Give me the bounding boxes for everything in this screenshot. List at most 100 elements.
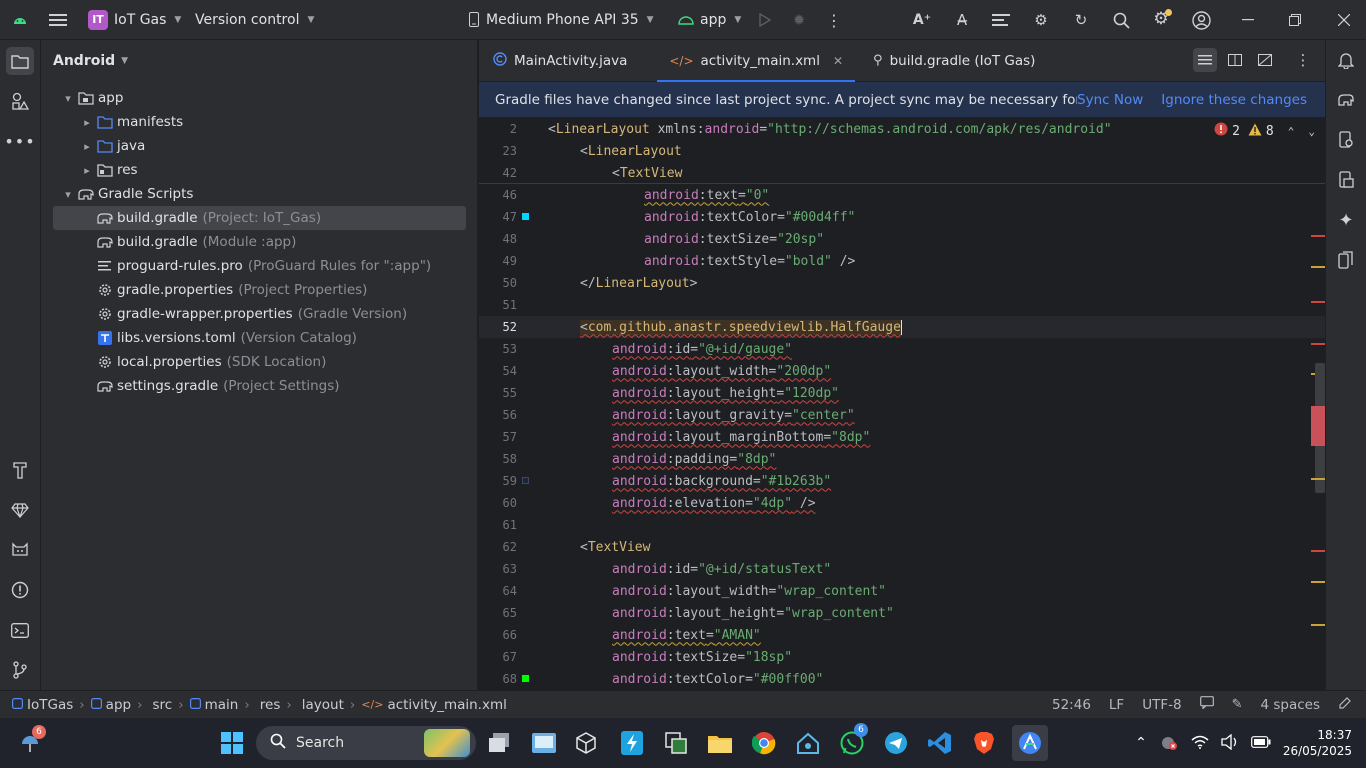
- gradle-elephant-icon[interactable]: [1332, 86, 1360, 114]
- code-editor[interactable]: 46 android:text="0" 47 android:textColor="#…: [479, 118, 1325, 690]
- chevron-right-icon[interactable]: ▸: [80, 116, 94, 129]
- next-problem-icon[interactable]: ⌄: [1308, 125, 1315, 138]
- debug-icon[interactable]: ✹: [791, 11, 807, 29]
- previous-problem-icon[interactable]: ⌃: [1288, 125, 1295, 138]
- gem-icon[interactable]: [6, 496, 34, 524]
- project-tree-item[interactable]: ▸ res: [53, 158, 466, 182]
- more-actions-icon[interactable]: ⋮: [826, 11, 842, 30]
- inspection-widget[interactable]: 2 8 ⌃ ⌄: [1214, 122, 1315, 140]
- project-tree-item[interactable]: settings.gradle (Project Settings): [53, 374, 466, 398]
- project-tree-item[interactable]: gradle-wrapper.properties (Gradle Version…: [53, 302, 466, 326]
- close-window-icon[interactable]: [1334, 10, 1354, 30]
- restore-window-icon[interactable]: [1285, 10, 1305, 30]
- power-automate-icon[interactable]: [616, 727, 648, 759]
- project-selector[interactable]: IT IoT Gas ▼: [88, 0, 181, 40]
- minimize-window-icon[interactable]: [1238, 10, 1258, 30]
- battery-icon[interactable]: [1250, 735, 1271, 751]
- notifications-bell-icon[interactable]: [1332, 46, 1360, 74]
- breadcrumb-item[interactable]: </> activity_main.xml: [361, 697, 507, 713]
- code-insight-icon[interactable]: ✎: [1232, 697, 1243, 712]
- ignore-changes-link[interactable]: Ignore these changes: [1161, 92, 1307, 108]
- taskbar-search[interactable]: Search: [256, 726, 476, 760]
- more-tools-icon[interactable]: •••: [4, 127, 34, 155]
- caret-position[interactable]: 52:46: [1052, 697, 1091, 713]
- wifi-icon[interactable]: [1191, 735, 1209, 752]
- sync-now-link[interactable]: Sync Now: [1077, 92, 1143, 108]
- vcs-menu[interactable]: Version control ▼: [195, 0, 314, 40]
- project-tree-item[interactable]: local.properties (SDK Location): [53, 350, 466, 374]
- whatsapp-icon[interactable]: 6: [836, 723, 868, 759]
- code-view-icon[interactable]: [1193, 48, 1217, 72]
- project-tree-item[interactable]: ▸ java: [53, 134, 466, 158]
- clock[interactable]: 18:37 26/05/2025: [1283, 727, 1352, 759]
- project-tree-item[interactable]: build.gradle (Project: IoT_Gas): [53, 206, 466, 230]
- vscode-icon[interactable]: [924, 727, 956, 759]
- terminal-icon[interactable]: [6, 616, 34, 644]
- 3d-viewer-icon[interactable]: [570, 727, 602, 759]
- project-tree-item[interactable]: build.gradle (Module :app): [53, 230, 466, 254]
- translate-icon[interactable]: A̶: [952, 10, 972, 30]
- breadcrumb-item[interactable]: IoTGas: [12, 697, 73, 713]
- close-tab-icon[interactable]: ✕: [833, 54, 843, 68]
- tab-mainactivity[interactable]: MainActivity.java: [481, 40, 639, 82]
- tab-build-gradle[interactable]: ⚲ build.gradle (IoT Gas): [861, 40, 1047, 82]
- show-hidden-icons-chevron-icon[interactable]: ⌃: [1135, 735, 1147, 751]
- main-menu-icon[interactable]: [48, 10, 68, 30]
- indent-setting[interactable]: 4 spaces: [1260, 697, 1320, 713]
- file-explorer-icon[interactable]: [704, 727, 736, 759]
- build-hammer-icon[interactable]: [6, 456, 34, 484]
- snipping-tool-icon[interactable]: [660, 727, 692, 759]
- project-view-selector[interactable]: Android ▼: [41, 40, 477, 82]
- account-icon[interactable]: [1191, 10, 1211, 30]
- brave-browser-icon[interactable]: [968, 727, 1000, 759]
- project-tree-item[interactable]: proguard-rules.pro (ProGuard Rules for ":…: [53, 254, 466, 278]
- weather-widget-icon[interactable]: 6: [14, 725, 46, 759]
- chevron-right-icon[interactable]: ▸: [80, 140, 94, 153]
- screenshot-app-icon[interactable]: [528, 727, 560, 759]
- gradle-sync-icon[interactable]: ↻: [1071, 10, 1091, 30]
- settings-gear-icon[interactable]: ⚙: [1151, 9, 1172, 29]
- run-config-selector[interactable]: app ▼: [678, 0, 741, 40]
- start-windows-icon[interactable]: [216, 727, 248, 759]
- chevron-right-icon[interactable]: ▸: [80, 164, 94, 177]
- breadcrumb-item[interactable]: res: [256, 697, 281, 713]
- breadcrumb-item[interactable]: app: [90, 697, 131, 713]
- project-tree-item[interactable]: ▾ Gradle Scripts: [53, 182, 466, 206]
- problems-warning-icon[interactable]: [6, 576, 34, 604]
- run-icon[interactable]: [757, 12, 773, 28]
- breadcrumb-item[interactable]: main: [189, 697, 238, 713]
- logcat-cat-icon[interactable]: [6, 536, 34, 564]
- tab-more-icon[interactable]: ⋮: [1291, 48, 1315, 72]
- home-app-icon[interactable]: [792, 727, 824, 759]
- project-tree-item[interactable]: ▾ app: [53, 86, 466, 110]
- project-tree-item[interactable]: libs.versions.toml (Version Catalog): [53, 326, 466, 350]
- volume-icon[interactable]: [1221, 733, 1239, 753]
- device-explorer-icon[interactable]: [1332, 126, 1360, 154]
- search-icon[interactable]: [1111, 10, 1131, 30]
- network-warning-icon[interactable]: [1159, 734, 1179, 753]
- color-preview-swatch[interactable]: [522, 675, 529, 682]
- color-preview-swatch[interactable]: [522, 213, 529, 220]
- telegram-icon[interactable]: [880, 727, 912, 759]
- tab-activity-main-xml[interactable]: </> activity_main.xml ✕: [657, 40, 855, 82]
- color-preview-swatch[interactable]: [522, 477, 529, 484]
- line-separator[interactable]: LF: [1109, 697, 1124, 713]
- breadcrumb-item[interactable]: src: [149, 697, 173, 713]
- device-selector[interactable]: Medium Phone API 35 ▼: [468, 0, 654, 40]
- comment-icon[interactable]: [1199, 696, 1214, 713]
- resource-manager-icon[interactable]: [6, 87, 34, 115]
- design-view-icon[interactable]: [1253, 48, 1277, 72]
- git-branch-icon[interactable]: [6, 656, 34, 684]
- chrome-icon[interactable]: [748, 727, 780, 759]
- task-list-icon[interactable]: [991, 10, 1011, 30]
- read-only-toggle-icon[interactable]: [1338, 696, 1352, 714]
- gemini-sparkle-icon[interactable]: ✦: [1332, 206, 1360, 234]
- android-studio-taskbar-icon[interactable]: [1012, 725, 1048, 761]
- project-tree-item[interactable]: gradle.properties (Project Properties): [53, 278, 466, 302]
- code-analysis-icon[interactable]: A⁺: [912, 10, 932, 30]
- emulator-icon[interactable]: [1332, 246, 1360, 274]
- breadcrumb-item[interactable]: layout: [298, 697, 344, 713]
- error-stripe[interactable]: [1311, 118, 1325, 690]
- running-devices-icon[interactable]: [1332, 166, 1360, 194]
- file-encoding[interactable]: UTF-8: [1142, 697, 1181, 713]
